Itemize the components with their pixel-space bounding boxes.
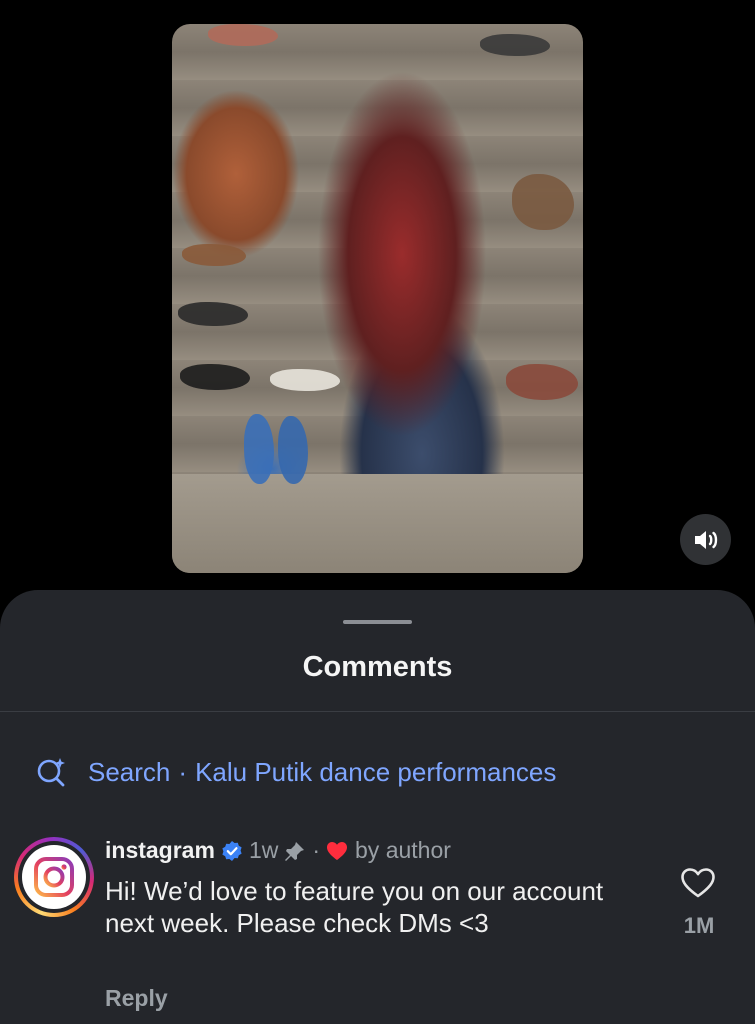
pin-icon bbox=[285, 841, 305, 861]
video-scene-shoe bbox=[506, 364, 578, 400]
video-scene-shoe bbox=[178, 302, 248, 326]
comments-sheet: Comments Search · Kalu Putik dance perfo… bbox=[0, 590, 755, 1024]
red-heart-icon bbox=[327, 841, 348, 860]
speaker-icon bbox=[694, 530, 717, 549]
comments-title: Comments bbox=[302, 651, 453, 683]
video-scene-shoe bbox=[180, 364, 250, 390]
instagram-logo-icon bbox=[34, 857, 74, 897]
reel-video[interactable] bbox=[172, 24, 583, 573]
video-scene-shoe bbox=[278, 416, 308, 484]
liked-by-author-text: by author bbox=[355, 837, 451, 863]
video-scene-shoe bbox=[208, 24, 278, 46]
video-scene-shoe bbox=[480, 34, 550, 56]
avatar-border bbox=[18, 841, 90, 913]
comment-like-button[interactable] bbox=[678, 867, 718, 904]
mute-toggle-button[interactable] bbox=[680, 514, 731, 565]
comment-time: 1w bbox=[248, 837, 279, 863]
search-sparkle-icon bbox=[37, 758, 65, 787]
comment-text: Hi! We’d love to feature you on our acco… bbox=[105, 876, 604, 938]
like-count: 1M bbox=[683, 913, 715, 938]
video-scene-step bbox=[172, 474, 583, 573]
search-label: Search bbox=[88, 756, 171, 787]
video-scene-shoe bbox=[270, 369, 340, 391]
search-suggestion-link[interactable]: Search · Kalu Putik dance performances bbox=[36, 756, 556, 788]
divider bbox=[0, 711, 755, 712]
instagram-logo bbox=[22, 845, 86, 909]
video-scene-shoe bbox=[244, 414, 274, 484]
heart-outline-icon bbox=[681, 868, 715, 898]
comment-username[interactable]: instagram bbox=[105, 837, 215, 864]
video-scene-shoe bbox=[182, 244, 246, 266]
sheet-drag-handle[interactable] bbox=[343, 620, 412, 624]
reply-button[interactable]: Reply bbox=[105, 985, 168, 1012]
search-query: Kalu Putik dance performances bbox=[195, 756, 557, 787]
verified-badge-icon bbox=[222, 840, 242, 861]
video-scene-shoe bbox=[512, 174, 574, 230]
meta-dot: · bbox=[312, 837, 321, 863]
comment-meta: instagram 1w · by author bbox=[105, 837, 451, 864]
avatar[interactable] bbox=[14, 837, 94, 917]
search-separator: · bbox=[178, 756, 188, 787]
